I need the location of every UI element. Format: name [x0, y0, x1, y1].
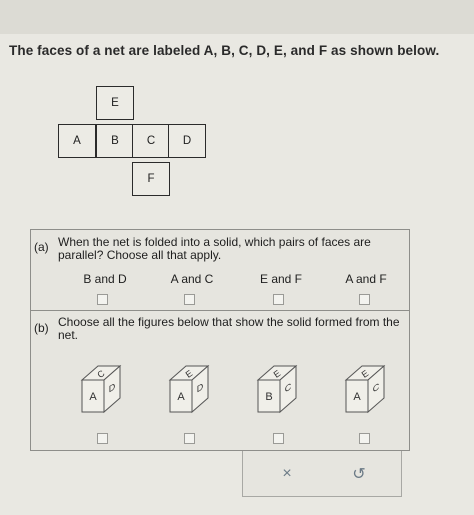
part-b-label: (b) — [34, 321, 49, 335]
close-icon: × — [282, 465, 292, 482]
net-face-d: D — [168, 124, 206, 158]
figure-4-checkbox[interactable] — [359, 433, 370, 444]
option-e-and-f-label: E and F — [259, 272, 303, 286]
cube-figure-3-drawing: E B C — [256, 364, 298, 414]
clear-button[interactable]: × — [267, 459, 307, 489]
option-b-and-d-label: B and D — [83, 272, 127, 286]
question-intro: The faces of a net are labeled A, B, C, … — [9, 43, 440, 58]
cube-2-front-label: A — [177, 391, 185, 403]
cube-figure-2: E A D — [158, 358, 218, 418]
section-divider — [30, 310, 410, 311]
net-face-f: F — [132, 162, 170, 196]
option-a-and-f-checkbox[interactable] — [359, 294, 370, 305]
action-bar: × ↺ — [242, 451, 402, 497]
option-a-and-f-label: A and F — [345, 272, 387, 286]
part-a-label: (a) — [34, 240, 49, 254]
option-e-and-f-checkbox[interactable] — [273, 294, 284, 305]
cube-4-front-label: A — [353, 391, 361, 403]
net-face-e: E — [96, 86, 134, 120]
undo-icon: ↺ — [352, 466, 366, 483]
option-b-and-d-checkbox[interactable] — [97, 294, 108, 305]
part-a-question: When the net is folded into a solid, whi… — [58, 235, 371, 262]
cube-figure-1-drawing: C A D — [80, 364, 122, 414]
net-face-b: B — [96, 124, 134, 158]
undo-button[interactable]: ↺ — [339, 459, 379, 489]
cube-figure-4-drawing: E A C — [344, 364, 386, 414]
figure-3-checkbox[interactable] — [273, 433, 284, 444]
cube-figure-2-drawing: E A D — [168, 364, 210, 414]
cube-1-front-label: A — [89, 391, 97, 403]
net-face-c: C — [132, 124, 170, 158]
part-b-question: Choose all the figures below that show t… — [58, 315, 400, 342]
cube-figure-4: E A C — [334, 358, 394, 418]
cube-3-front-label: B — [265, 391, 272, 403]
figure-1-checkbox[interactable] — [97, 433, 108, 444]
net-face-a: A — [58, 124, 96, 158]
top-strip — [0, 0, 474, 34]
figure-2-checkbox[interactable] — [184, 433, 195, 444]
cube-figure-1: C A D — [70, 358, 130, 418]
option-a-and-c-checkbox[interactable] — [184, 294, 195, 305]
cube-figure-3: E B C — [246, 358, 306, 418]
option-a-and-c-label: A and C — [170, 272, 214, 286]
